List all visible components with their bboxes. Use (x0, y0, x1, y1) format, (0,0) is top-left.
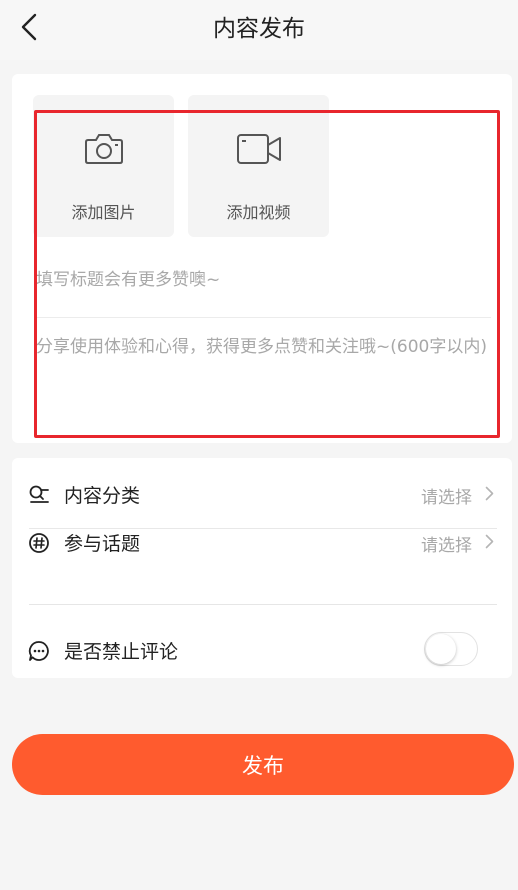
chevron-right-icon (485, 534, 494, 553)
options-card: 内容分类 请选择 参与话题 请选择 是否禁止评论 (12, 458, 512, 678)
join-topic-label: 参与话题 (64, 533, 141, 555)
content-category-value: 请选择 (421, 488, 472, 508)
add-photo-button[interactable]: 添加图片 (33, 95, 174, 237)
chevron-right-icon (485, 486, 494, 505)
disable-comments-toggle[interactable] (424, 632, 478, 666)
join-topic-value: 请选择 (421, 536, 472, 556)
title-input[interactable] (36, 262, 491, 298)
content-category-row[interactable]: 内容分类 请选择 (12, 474, 512, 514)
comment-bubble-icon (28, 640, 50, 662)
join-topic-row[interactable]: 参与话题 请选择 (12, 522, 512, 562)
hashtag-icon (28, 532, 50, 554)
header-bar: 内容发布 (0, 0, 518, 60)
camera-icon (84, 133, 124, 169)
add-video-label: 添加视频 (226, 203, 291, 222)
video-camera-icon (236, 133, 282, 169)
add-photo-label: 添加图片 (71, 203, 136, 222)
divider (36, 317, 491, 318)
content-category-label: 内容分类 (64, 485, 141, 507)
page-title: 内容发布 (213, 16, 305, 42)
publish-button[interactable]: 发布 (12, 734, 514, 795)
category-list-icon (28, 484, 50, 506)
divider (29, 604, 497, 605)
add-video-button[interactable]: 添加视频 (188, 95, 329, 237)
compose-card: 添加图片 添加视频 (12, 74, 512, 443)
disable-comments-label: 是否禁止评论 (64, 641, 179, 663)
content-textarea[interactable] (36, 334, 491, 424)
toggle-knob (426, 634, 456, 664)
